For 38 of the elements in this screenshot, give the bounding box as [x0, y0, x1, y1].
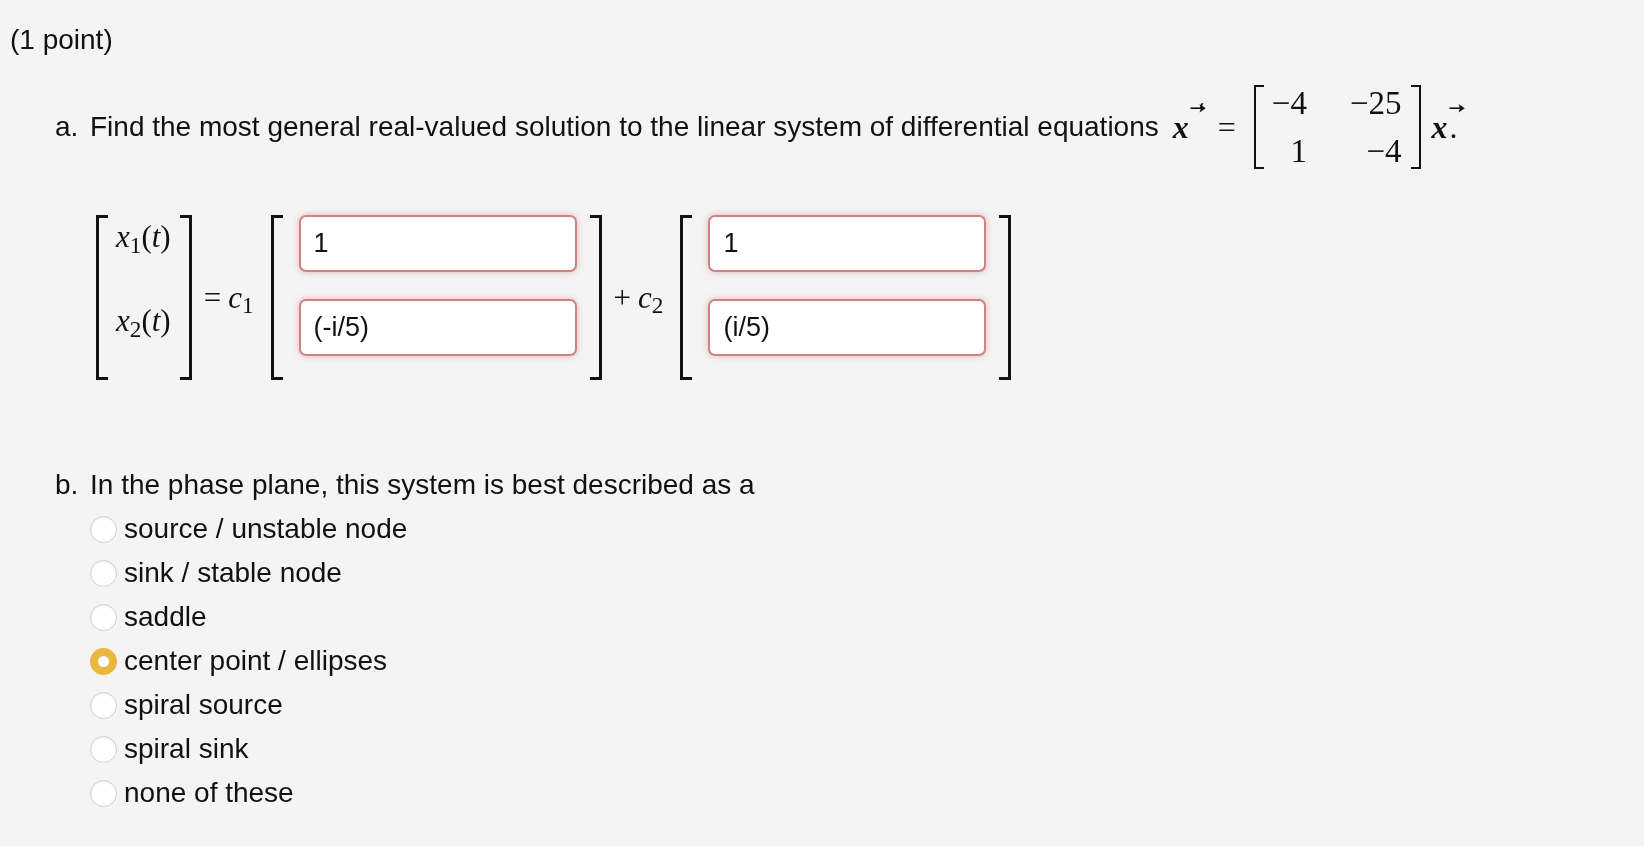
- vector-component: x$_{1}$(t): [116, 218, 171, 259]
- coefficient-label: c$_{2}$: [638, 280, 664, 315]
- point-value-label: (1 point): [10, 23, 113, 57]
- option-label: source / unstable node: [124, 512, 408, 546]
- question-text: Find the most general real-valued solution to the linear system of differential equations: [90, 110, 1159, 144]
- option-label: center point / ellipses: [124, 644, 388, 678]
- period-mark: .: [1449, 115, 1458, 139]
- matrix-entry: 1: [1289, 133, 1307, 169]
- radio-button[interactable]: [90, 779, 117, 807]
- question-text: In the phase plane, this system is best described as a: [90, 468, 755, 502]
- option-label: none of these: [124, 776, 294, 810]
- matrix-entry: −4: [1365, 133, 1402, 169]
- radio-button[interactable]: [90, 691, 117, 719]
- operator-sign: +: [613, 280, 632, 315]
- answer-field[interactable]: 1: [298, 215, 577, 272]
- matrix-entry: −25: [1349, 85, 1402, 121]
- answer-field[interactable]: 1: [708, 215, 987, 272]
- vector-symbol: x: [1172, 110, 1189, 144]
- radio-button[interactable]: [90, 559, 117, 587]
- option-label: saddle: [124, 600, 207, 634]
- answer-field[interactable]: (-i/5): [298, 299, 577, 356]
- option-label: spiral sink: [124, 732, 249, 766]
- equals-sign: =: [1217, 110, 1236, 144]
- question-marker: a.: [55, 110, 80, 144]
- arrow-icon: [1448, 103, 1465, 113]
- coefficient-label: c$_{1}$: [228, 280, 254, 315]
- matrix-entry: −4: [1271, 85, 1307, 121]
- vector-component: x$_{2}$(t): [116, 302, 171, 343]
- radio-button[interactable]: [90, 515, 117, 543]
- operator-sign: =: [203, 280, 222, 315]
- vector-symbol: x: [1431, 110, 1448, 144]
- option-label: sink / stable node: [124, 556, 342, 590]
- answer-field[interactable]: (i/5): [708, 299, 987, 356]
- question-marker: b.: [55, 468, 80, 502]
- option-label: spiral source: [124, 688, 283, 722]
- radio-button[interactable]: [90, 647, 117, 675]
- radio-button[interactable]: [90, 735, 117, 763]
- radio-button[interactable]: [90, 603, 117, 631]
